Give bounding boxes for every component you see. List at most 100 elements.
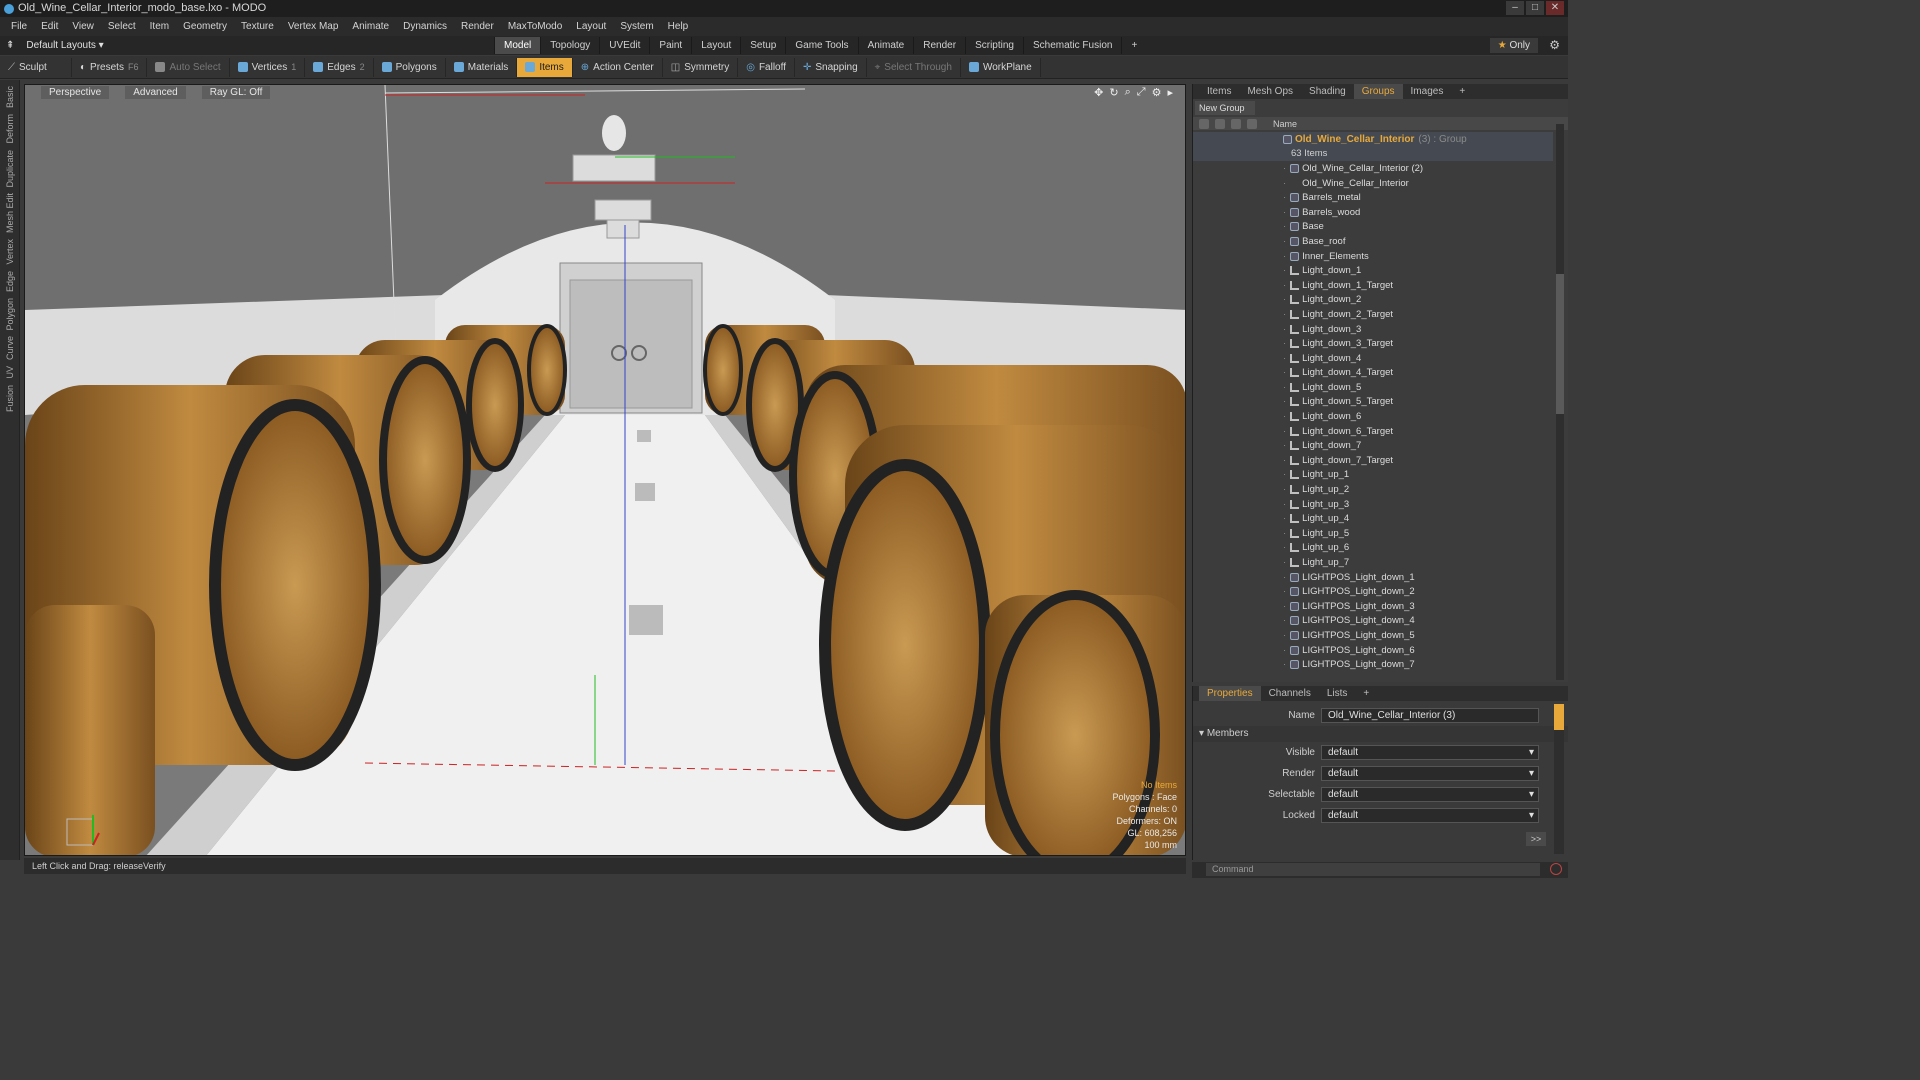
- tab-render[interactable]: Render: [913, 37, 965, 54]
- tab-model[interactable]: Model: [494, 37, 541, 54]
- render-select[interactable]: default ▾: [1321, 766, 1539, 781]
- tree-item[interactable]: · Old_Wine_Cellar_Interior (2): [1193, 161, 1553, 176]
- tree-item[interactable]: · Light_down_3: [1193, 322, 1553, 337]
- selectable-select[interactable]: default ▾: [1321, 787, 1539, 802]
- menu-dynamics[interactable]: Dynamics: [396, 21, 454, 32]
- strip-tab-deform[interactable]: Deform: [5, 114, 15, 144]
- menu-help[interactable]: Help: [661, 21, 696, 32]
- rotate-icon[interactable]: ↻: [1109, 86, 1118, 99]
- zoom-icon[interactable]: ⌕: [1125, 86, 1131, 99]
- menu-file[interactable]: File: [4, 21, 34, 32]
- strip-tab-basic[interactable]: Basic: [5, 86, 15, 108]
- select-through-button[interactable]: ⌖ Select Through: [867, 57, 961, 77]
- menu-geometry[interactable]: Geometry: [176, 21, 234, 32]
- tree-item[interactable]: · Light_up_3: [1193, 497, 1553, 512]
- workplane-button[interactable]: WorkPlane: [961, 57, 1041, 77]
- tab-groups[interactable]: Groups: [1353, 84, 1403, 99]
- add-tab-button[interactable]: +: [1121, 37, 1146, 54]
- gear-icon[interactable]: ⚙: [1549, 38, 1560, 52]
- strip-tab-uv[interactable]: UV: [5, 366, 15, 379]
- tree-item[interactable]: · Light_down_1_Target: [1193, 278, 1553, 293]
- tree-item[interactable]: · Barrels_metal: [1193, 190, 1553, 205]
- strip-tab-mesh-edit[interactable]: Mesh Edit: [5, 193, 15, 233]
- command-history-icon[interactable]: [1550, 863, 1562, 875]
- strip-tab-fusion[interactable]: Fusion: [5, 385, 15, 412]
- sculpt-button[interactable]: ⟋ Sculpt: [0, 57, 72, 77]
- tab-mesh-ops[interactable]: Mesh Ops: [1239, 84, 1301, 99]
- 3d-viewport[interactable]: Perspective Advanced Ray GL: Off ✥ ↻ ⌕ ⤢…: [24, 84, 1186, 856]
- tab-images[interactable]: Images: [1403, 84, 1452, 99]
- strip-tab-duplicate[interactable]: Duplicate: [5, 150, 15, 188]
- vertices-button[interactable]: Vertices 1: [230, 57, 306, 77]
- tab-topology[interactable]: Topology: [540, 37, 599, 54]
- tree-item[interactable]: · Light_up_2: [1193, 482, 1553, 497]
- menu-edit[interactable]: Edit: [34, 21, 65, 32]
- lock-icon[interactable]: [1231, 118, 1241, 129]
- more-button[interactable]: >>: [1526, 832, 1546, 846]
- group-row[interactable]: Old_Wine_Cellar_Interior (3) : Group: [1193, 132, 1553, 147]
- tab-properties[interactable]: Properties: [1199, 686, 1261, 701]
- tree-item[interactable]: · Light_down_4_Target: [1193, 366, 1553, 381]
- tree-item[interactable]: · LIGHTPOS_Light_down_5: [1193, 628, 1553, 643]
- menu-texture[interactable]: Texture: [234, 21, 281, 32]
- presets-button[interactable]: ◐ Presets F6: [72, 57, 148, 77]
- viewport-menu-icon[interactable]: ▸: [1167, 86, 1173, 99]
- tree-item[interactable]: · Light_down_5: [1193, 380, 1553, 395]
- tab-lists[interactable]: Lists: [1319, 686, 1356, 701]
- tree-item[interactable]: · Light_up_4: [1193, 511, 1553, 526]
- only-toggle[interactable]: ★ Only: [1489, 38, 1538, 53]
- tree-item[interactable]: · Light_up_7: [1193, 555, 1553, 570]
- render-icon[interactable]: [1215, 118, 1225, 129]
- fit-icon[interactable]: ⤢: [1137, 86, 1146, 99]
- tree-item[interactable]: · Light_down_6_Target: [1193, 424, 1553, 439]
- tree-item[interactable]: · LIGHTPOS_Light_down_3: [1193, 599, 1553, 614]
- new-group-button[interactable]: New Group: [1195, 101, 1255, 115]
- menu-render[interactable]: Render: [454, 21, 501, 32]
- items-button[interactable]: Items: [517, 57, 573, 77]
- menu-select[interactable]: Select: [101, 21, 143, 32]
- name-field[interactable]: Old_Wine_Cellar_Interior (3): [1321, 708, 1539, 723]
- action-center-button[interactable]: ⊕ Action Center: [573, 57, 663, 77]
- polygons-button[interactable]: Polygons: [374, 57, 446, 77]
- select-icon[interactable]: [1247, 118, 1257, 129]
- strip-tab-vertex[interactable]: Vertex: [5, 239, 15, 265]
- name-column-header[interactable]: Name: [1273, 119, 1297, 129]
- tab-schematic-fusion[interactable]: Schematic Fusion: [1022, 37, 1121, 54]
- menu-animate[interactable]: Animate: [345, 21, 396, 32]
- tree-item[interactable]: · Base: [1193, 220, 1553, 235]
- default-layouts-dropdown[interactable]: ⇞ Default Layouts ▾: [6, 40, 104, 51]
- tree-item[interactable]: · LIGHTPOS_Light_down_6: [1193, 643, 1553, 658]
- symmetry-button[interactable]: ◫ Symmetry: [663, 57, 739, 77]
- strip-tab-edge[interactable]: Edge: [5, 271, 15, 292]
- eye-icon[interactable]: [1199, 118, 1209, 129]
- shading-mode-dropdown[interactable]: Advanced: [125, 86, 186, 99]
- tree-item[interactable]: · Light_down_1: [1193, 263, 1553, 278]
- maximize-button[interactable]: □: [1526, 1, 1544, 15]
- tree-item[interactable]: · Light_up_6: [1193, 541, 1553, 556]
- tree-item[interactable]: · Light_down_4: [1193, 351, 1553, 366]
- tree-item[interactable]: · Base_roof: [1193, 234, 1553, 249]
- tree-item[interactable]: · LIGHTPOS_Light_down_4: [1193, 614, 1553, 629]
- close-button[interactable]: ✕: [1546, 1, 1564, 15]
- snapping-button[interactable]: ✛ Snapping: [795, 57, 867, 77]
- raygl-toggle[interactable]: Ray GL: Off: [201, 86, 271, 99]
- tab-shading[interactable]: Shading: [1301, 84, 1354, 99]
- viewport-gear-icon[interactable]: ⚙: [1152, 86, 1162, 99]
- materials-button[interactable]: Materials: [446, 57, 518, 77]
- tree-item[interactable]: · LIGHTPOS_Light_down_1: [1193, 570, 1553, 585]
- add-panel-tab-button[interactable]: +: [1451, 84, 1473, 99]
- edges-button[interactable]: Edges 2: [305, 57, 374, 77]
- tree-item[interactable]: · Light_down_7: [1193, 438, 1553, 453]
- auto-select-button[interactable]: Auto Select: [147, 57, 230, 77]
- tab-setup[interactable]: Setup: [740, 37, 785, 54]
- falloff-button[interactable]: ◎ Falloff: [738, 57, 795, 77]
- scrollbar-thumb[interactable]: [1556, 274, 1564, 414]
- groups-scrollbar[interactable]: [1556, 124, 1564, 680]
- tree-item[interactable]: · LIGHTPOS_Light_down_2: [1193, 584, 1553, 599]
- tree-item[interactable]: · Light_up_5: [1193, 526, 1553, 541]
- add-properties-tab-button[interactable]: +: [1355, 686, 1377, 701]
- tree-item[interactable]: · Barrels_wood: [1193, 205, 1553, 220]
- tab-game-tools[interactable]: Game Tools: [785, 37, 857, 54]
- tree-item[interactable]: · Inner_Elements: [1193, 249, 1553, 264]
- tab-scripting[interactable]: Scripting: [965, 37, 1023, 54]
